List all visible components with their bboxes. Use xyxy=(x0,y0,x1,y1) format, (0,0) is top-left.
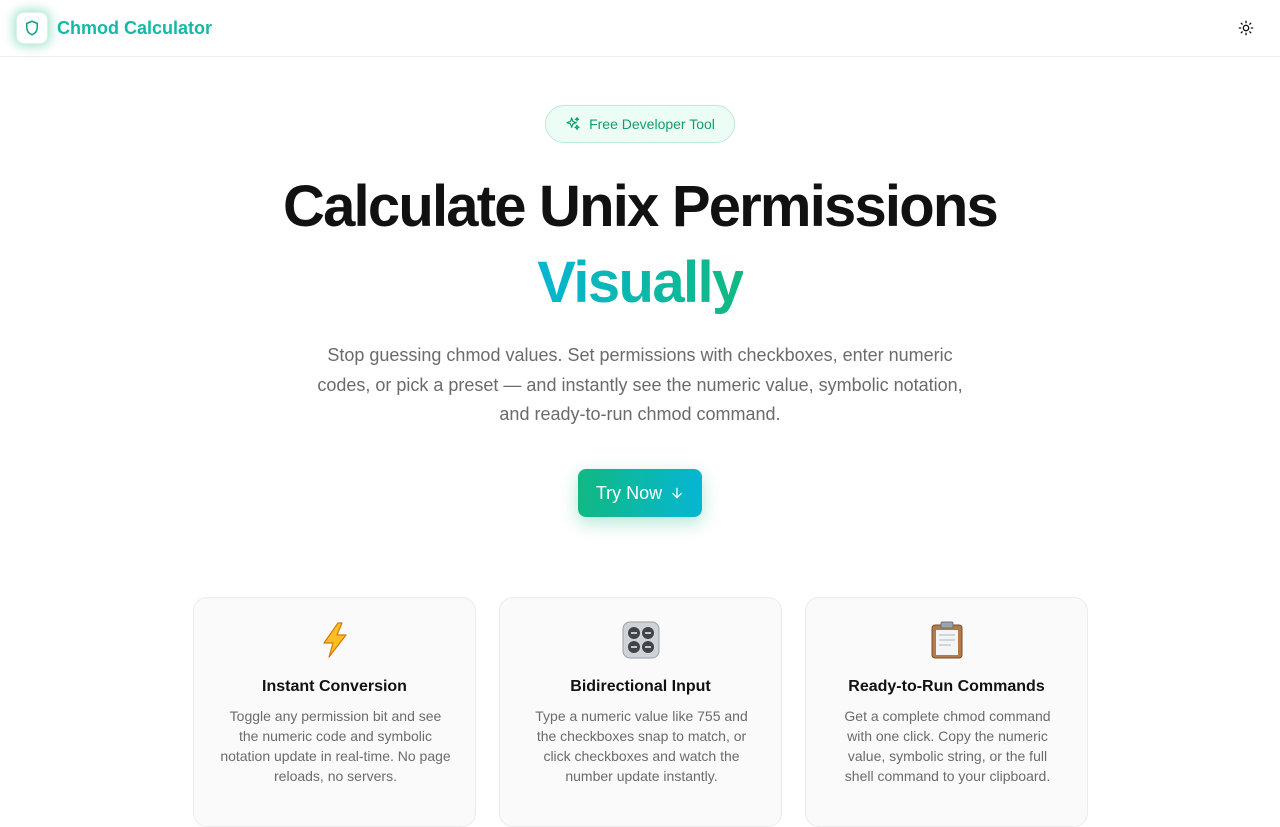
try-now-button[interactable]: Try Now xyxy=(578,469,702,517)
brand-name[interactable]: Chmod Calculator xyxy=(57,17,212,39)
sparkles-icon xyxy=(566,117,580,130)
feature-title: Bidirectional Input xyxy=(570,678,711,695)
try-now-label: Try Now xyxy=(595,482,663,503)
feature-description: Type a numeric value like 755 and the ch… xyxy=(535,708,748,784)
feature-card-ready-to-run-commands: Ready-to-Run Commands Get a complete chm… xyxy=(805,597,1088,827)
logo[interactable] xyxy=(16,12,48,44)
free-tool-badge: Free Developer Tool xyxy=(545,105,735,143)
theme-toggle-button[interactable] xyxy=(1234,16,1258,40)
top-nav: Chmod Calculator xyxy=(0,0,1280,57)
arrow-down-icon xyxy=(672,487,682,499)
shield-icon xyxy=(26,20,38,36)
badge-label: Free Developer Tool xyxy=(589,116,715,132)
control-knobs-icon xyxy=(500,620,781,660)
feature-card-bidirectional-input: Bidirectional Input Type a numeric value… xyxy=(499,597,782,827)
clipboard-icon xyxy=(806,620,1087,660)
feature-title: Ready-to-Run Commands xyxy=(848,678,1045,695)
hero-subtitle: Stop guessing chmod values. Set permissi… xyxy=(317,345,963,424)
lightning-icon xyxy=(194,620,475,660)
feature-title: Instant Conversion xyxy=(262,678,407,695)
hero-title-highlight: Visually xyxy=(0,248,1280,318)
feature-description: Toggle any permission bit and see the nu… xyxy=(220,708,451,784)
hero-title-highlight-text: Visually xyxy=(537,250,744,315)
feature-card-instant-conversion: Instant Conversion Toggle any permission… xyxy=(193,597,476,827)
sun-icon xyxy=(1238,20,1254,36)
hero-title: Calculate Unix Permissions xyxy=(283,174,999,239)
feature-description: Get a complete chmod command with one cl… xyxy=(844,708,1051,784)
